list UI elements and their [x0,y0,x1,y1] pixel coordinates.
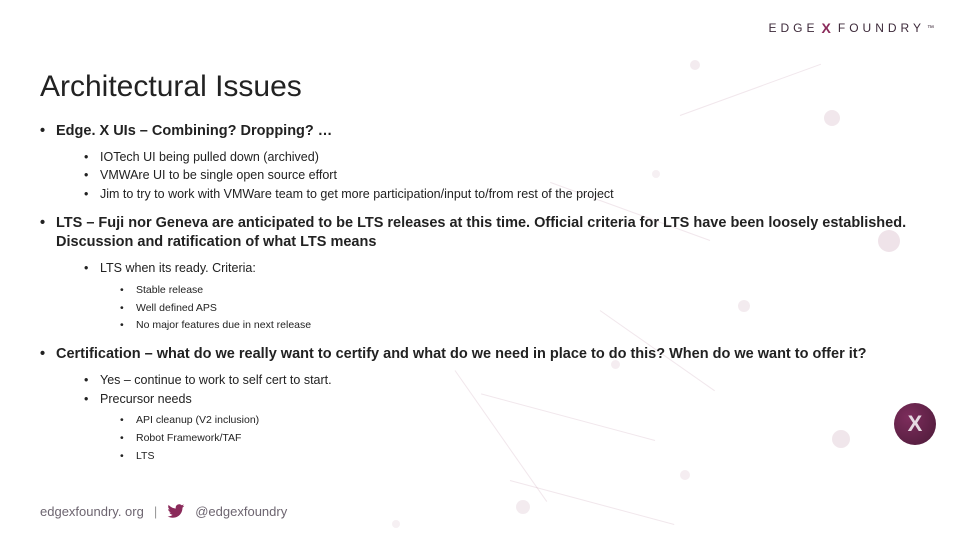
list-item: • API cleanup (V2 inclusion) [120,412,920,430]
sub-list: • Yes – continue to work to self cert to … [84,371,920,466]
list-item: • IOTech UI being pulled down (archived) [84,148,920,167]
bullet-icon: • [120,448,128,466]
twitter-icon [167,502,185,520]
bullet-icon: • [84,166,92,185]
list-item-text: No major features due in next release [136,317,311,335]
sub-list: • API cleanup (V2 inclusion) • Robot Framew… [120,412,920,466]
slide-content: Architectural Issues • Edge. X UIs – Comb… [0,0,960,466]
list-item: •LTS – Fuji nor Geneva are anticipated t… [40,214,920,335]
list-item: • Precursor needs • API cleanup (V2 inclusi… [84,390,920,466]
bullet-icon: • [120,317,128,335]
list-item-text: Yes – continue to work to self cert to s… [100,371,332,390]
list-item-text: Stable release [136,282,203,300]
bullet-icon: • [84,371,92,390]
footer-handle: @edgexfoundry [195,504,287,519]
bullet-icon: • [84,390,92,409]
list-item-text: Well defined APS [136,300,217,318]
bullet-icon: • [84,259,92,278]
sub-list: •IOTech UI being pulled down (archived)•… [84,148,920,204]
bullet-icon: • [84,185,92,204]
list-item-text: API cleanup (V2 inclusion) [136,412,259,430]
bullet-icon: • [120,430,128,448]
list-item: • Certification – what do we really want … [40,345,920,466]
sub-list: • LTS when its ready. Criteria: • Stable re… [84,259,920,335]
bullet-icon: • [40,122,48,142]
x-badge: X [894,403,936,445]
list-item: • Edge. X UIs – Combining? Dropping? … • IO… [40,122,920,204]
list-item: • LTS when its ready. Criteria: • Stable re… [84,259,920,335]
list-item-text: Jim to try to work with VMWare team to g… [100,185,614,204]
bullet-icon: • [40,214,48,253]
list-item-text: Robot Framework/TAF [136,430,241,448]
bullet-icon: • [40,345,48,365]
list-item: • Yes – continue to work to self cert to … [84,371,920,390]
bullet-icon: • [84,148,92,167]
list-item-text: Certification – what do we really want t… [56,345,866,365]
list-item: • LTS [120,448,920,466]
list-item-text: VMWAre UI to be single open source effor… [100,166,337,185]
x-badge-glyph: X [908,411,923,437]
list-item: • Jim to try to work with VMWare team to … [84,185,920,204]
list-item-text: IOTech UI being pulled down (archived) [100,148,319,167]
list-item: • Stable release [120,282,920,300]
list-item: • Robot Framework/TAF [120,430,920,448]
footer-separator: | [154,504,157,519]
list-item-text: LTS [136,448,154,466]
bullet-icon: • [120,412,128,430]
bullet-icon: • [120,300,128,318]
sub-list: • Stable release • Well defined APS • No majo… [120,282,920,336]
bullet-icon: • [120,282,128,300]
list-item: • VMWAre UI to be single open source effo… [84,166,920,185]
page-title: Architectural Issues [40,70,920,104]
list-item: • Well defined APS [120,300,920,318]
list-item-text: Precursor needs [100,390,192,409]
list-item-text: Edge. X UIs – Combining? Dropping? … [56,122,332,142]
list-item: • No major features due in next release [120,317,920,335]
bullet-list: • Edge. X UIs – Combining? Dropping? … • IO… [40,122,920,466]
list-item-text: LTS when its ready. Criteria: [100,259,256,278]
list-item-text: LTS – Fuji nor Geneva are anticipated to… [56,214,920,253]
footer-site: edgexfoundry. org [40,504,144,519]
footer: edgexfoundry. org | @edgexfoundry [40,502,287,520]
